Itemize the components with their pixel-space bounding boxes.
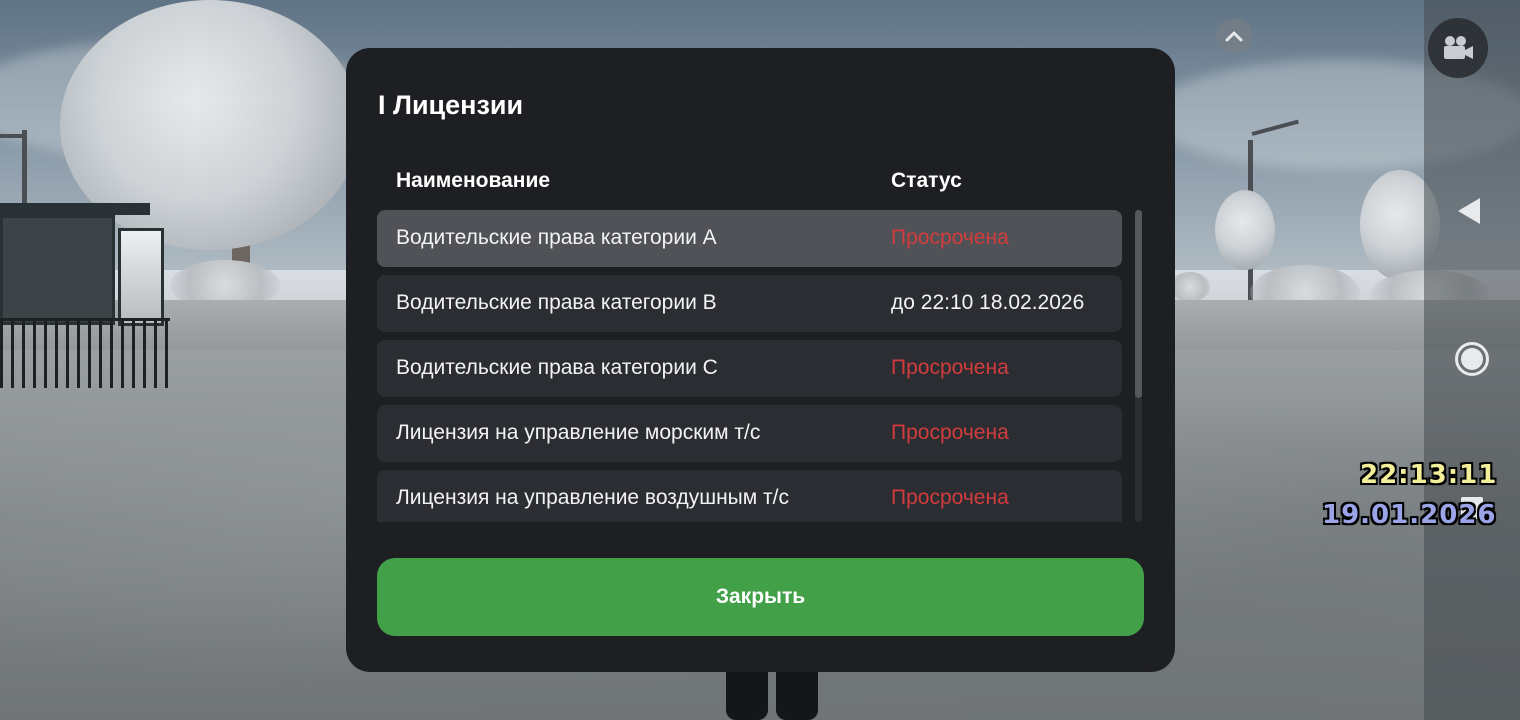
- license-name: Водительские права категории C: [396, 356, 718, 379]
- license-name: Водительские права категории B: [396, 291, 717, 314]
- license-row[interactable]: Лицензия на управление воздушным т/с Про…: [377, 470, 1122, 522]
- dialog-title: I Лицензии: [378, 90, 524, 120]
- fence: [0, 318, 170, 388]
- back-triangle-icon[interactable]: [1458, 198, 1480, 224]
- license-name: Лицензия на управление воздушным т/с: [396, 486, 789, 509]
- column-header-status: Статус: [891, 169, 962, 192]
- game-date: 19.01.2026: [1322, 500, 1497, 530]
- license-row[interactable]: Водительские права категории B до 22:10 …: [377, 275, 1122, 332]
- license-status: Просрочена: [891, 421, 1009, 444]
- license-status: Просрочена: [891, 356, 1009, 379]
- license-status: до 22:10 18.02.2026: [891, 291, 1085, 314]
- licenses-dialog: I Лицензии Наименование Статус Водительс…: [346, 48, 1175, 672]
- license-name: Лицензия на управление морским т/с: [396, 421, 761, 444]
- license-row[interactable]: Водительские права категории A Просрочен…: [377, 210, 1122, 267]
- license-status: Просрочена: [891, 226, 1009, 249]
- home-circle-icon[interactable]: [1455, 342, 1489, 376]
- billboard-poster: [118, 228, 164, 326]
- chevron-up-icon[interactable]: [1216, 18, 1252, 54]
- licenses-list[interactable]: Водительские права категории A Просрочен…: [377, 210, 1122, 522]
- video-camera-icon[interactable]: [1428, 18, 1488, 78]
- scrollbar-thumb[interactable]: [1135, 210, 1142, 398]
- close-button[interactable]: Закрыть: [377, 558, 1144, 636]
- license-row[interactable]: Лицензия на управление морским т/с Проср…: [377, 405, 1122, 462]
- column-header-name: Наименование: [396, 169, 551, 192]
- license-row[interactable]: Водительские права категории C Просрочен…: [377, 340, 1122, 397]
- license-name: Водительские права категории A: [396, 226, 717, 249]
- list-scrollbar[interactable]: [1135, 210, 1142, 522]
- bus-shelter: [0, 215, 115, 325]
- license-status: Просрочена: [891, 486, 1009, 509]
- game-clock: 22:13:11: [1360, 460, 1498, 490]
